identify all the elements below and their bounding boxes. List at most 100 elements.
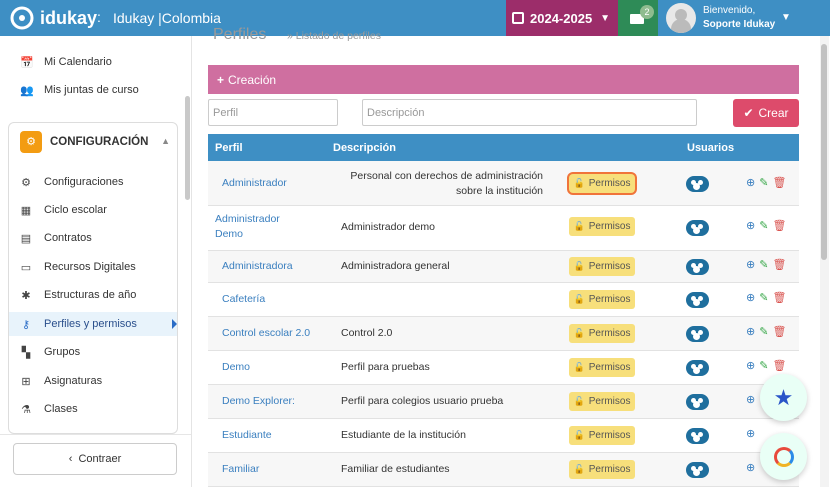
profile-name-link[interactable]: Demo	[222, 360, 250, 375]
permissions-button[interactable]: 🔓 Permisos	[569, 324, 635, 343]
chevron-down-icon: ▼	[600, 12, 611, 24]
document-icon: ▤	[20, 232, 32, 245]
sidebar-item-perfiles-permisos[interactable]: ⚷ Perfiles y permisos	[20, 314, 137, 334]
profile-name-link[interactable]: Familiar	[222, 462, 259, 477]
users-button[interactable]	[686, 394, 709, 410]
profile-name-link[interactable]: Administrador Demo	[215, 212, 305, 242]
zoom-icon[interactable]: ⊕	[746, 394, 755, 406]
users-button[interactable]	[686, 428, 709, 444]
permissions-button[interactable]: 🔓 Permisos	[569, 358, 635, 377]
gear-icon: ✱	[21, 289, 31, 302]
plus-icon: +	[217, 72, 225, 87]
permissions-button[interactable]: 🔓 Permisos	[569, 217, 635, 236]
users-button[interactable]	[686, 360, 709, 376]
zoom-icon[interactable]: ⊕	[746, 428, 755, 440]
profile-name-input[interactable]	[208, 99, 338, 126]
sidebar-scrollbar[interactable]	[185, 96, 190, 200]
hierarchy-icon: ⊞	[21, 375, 31, 388]
sidebar-item-clases[interactable]: ⚗ Clases	[20, 399, 78, 419]
collapse-sidebar-button[interactable]: ‹ Contraer	[13, 443, 177, 475]
unlock-icon: 🔓	[573, 464, 585, 474]
table-row: Estudiante Estudiante de la institución …	[208, 419, 799, 453]
sidebar-item-contratos[interactable]: ▤ Contratos	[20, 228, 92, 248]
profile-name-link[interactable]: Administradora	[222, 259, 293, 274]
profile-description: Estudiante de la institución	[341, 429, 466, 441]
sidebar-item-grupos[interactable]: ▚ Grupos	[20, 342, 80, 362]
sidebar-item-mi-calendario[interactable]: 📅 Mi Calendario	[20, 52, 112, 72]
pencil-icon[interactable]: ✎	[759, 220, 768, 232]
main-scrollbar-thumb[interactable]	[821, 44, 827, 260]
row-actions: ⊕	[746, 461, 759, 474]
unlock-icon: 🔓	[573, 430, 585, 440]
profile-name-link[interactable]: Administrador	[222, 176, 287, 191]
pencil-icon[interactable]: ✎	[759, 259, 768, 271]
creation-panel-header[interactable]: + Creación	[208, 65, 799, 94]
trash-icon[interactable]: 🗑	[772, 177, 786, 189]
zoom-icon[interactable]: ⊕	[746, 360, 755, 372]
zoom-icon[interactable]: ⊕	[746, 220, 755, 232]
permissions-button[interactable]: 🔓 Permisos	[569, 426, 635, 445]
pencil-icon[interactable]: ✎	[759, 326, 768, 338]
school-year-selector[interactable]: 2024-2025 ▼	[506, 0, 618, 36]
users-button[interactable]	[686, 292, 709, 308]
users-button[interactable]	[686, 326, 709, 342]
permissions-button[interactable]: 🔓 Permisos	[569, 290, 635, 309]
zoom-icon[interactable]: ⊕	[746, 259, 755, 271]
config-section-header[interactable]: ⚙ CONFIGURACIÓN ▲	[20, 130, 170, 154]
users-button[interactable]	[686, 220, 709, 236]
sidebar: 📅 Mi Calendario 👥 Mis juntas de curso ⚙ …	[0, 36, 192, 487]
school-year-label: 2024-2025	[530, 10, 593, 26]
sidebar-item-mis-juntas[interactable]: 👥 Mis juntas de curso	[20, 80, 139, 100]
users-button[interactable]	[686, 259, 709, 275]
profile-name-link[interactable]: Estudiante	[222, 428, 272, 443]
zoom-icon[interactable]: ⊕	[746, 292, 755, 304]
trash-icon[interactable]: 🗑	[772, 259, 786, 271]
unlock-icon: 🔓	[573, 396, 585, 406]
profile-name-link[interactable]: Cafetería	[222, 292, 265, 307]
table-row: Cafetería 🔓 Permisos ⊕ ✎ 🗑	[208, 283, 799, 317]
user-menu[interactable]: Bienvenido, Soporte Idukay ▼	[658, 0, 799, 36]
row-actions: ⊕	[746, 393, 759, 406]
sidebar-item-configuraciones[interactable]: ⚙ Configuraciones	[20, 172, 123, 192]
permissions-button[interactable]: 🔓 Permisos	[569, 257, 635, 276]
permissions-button[interactable]: 🔓 Permisos	[569, 174, 635, 193]
create-button[interactable]: ✔ Crear	[733, 99, 799, 127]
pencil-icon[interactable]: ✎	[759, 360, 768, 372]
messages-button[interactable]: 2	[618, 0, 658, 36]
brand-name[interactable]: idukay	[40, 8, 97, 29]
profile-name-link[interactable]: Control escolar 2.0	[222, 326, 310, 341]
zoom-icon[interactable]: ⊕	[746, 462, 755, 474]
assistant-button[interactable]	[760, 433, 807, 480]
sidebar-item-recursos-digitales[interactable]: ▭ Recursos Digitales	[20, 257, 136, 277]
table-row: Familiar Familiar de estudiantes 🔓 Permis…	[208, 453, 799, 487]
trash-icon[interactable]: 🗑	[772, 220, 786, 232]
sidebar-item-ciclo-escolar[interactable]: ▦ Ciclo escolar	[20, 200, 107, 220]
unlock-icon: 🔓	[573, 221, 585, 231]
permissions-button[interactable]: 🔓 Permisos	[569, 392, 635, 411]
favorites-star-button[interactable]: ★	[760, 374, 807, 421]
permissions-button[interactable]: 🔓 Permisos	[569, 460, 635, 479]
top-bar: idukay : Idukay |Colombia 2024-2025 ▼ 2 …	[0, 0, 830, 36]
pencil-icon[interactable]: ✎	[759, 292, 768, 304]
sidebar-item-estructuras[interactable]: ✱ Estructuras de año	[20, 285, 136, 305]
key-icon: ⚷	[21, 318, 31, 331]
zoom-icon[interactable]: ⊕	[746, 177, 755, 189]
trash-icon[interactable]: 🗑	[772, 360, 786, 372]
column-header-usuarios: Usuarios	[687, 142, 735, 154]
cogs-icon: ⚙	[21, 176, 31, 189]
users-button[interactable]	[686, 462, 709, 478]
row-actions: ⊕ ✎ 🗑	[746, 325, 786, 338]
profile-description: Administrador demo	[341, 221, 435, 233]
users-button[interactable]	[686, 176, 709, 192]
check-icon: ✔	[743, 106, 754, 120]
trash-icon[interactable]: 🗑	[772, 292, 786, 304]
column-header-descripcion: Descripción	[333, 142, 396, 154]
profile-description-input[interactable]	[362, 99, 697, 126]
pencil-icon[interactable]: ✎	[759, 177, 768, 189]
sidebar-item-asignaturas[interactable]: ⊞ Asignaturas	[20, 371, 102, 391]
unlock-icon: 🔓	[573, 178, 585, 188]
idukay-logo-icon[interactable]	[10, 6, 34, 30]
zoom-icon[interactable]: ⊕	[746, 326, 755, 338]
profile-name-link[interactable]: Demo Explorer:	[222, 394, 295, 409]
trash-icon[interactable]: 🗑	[772, 326, 786, 338]
